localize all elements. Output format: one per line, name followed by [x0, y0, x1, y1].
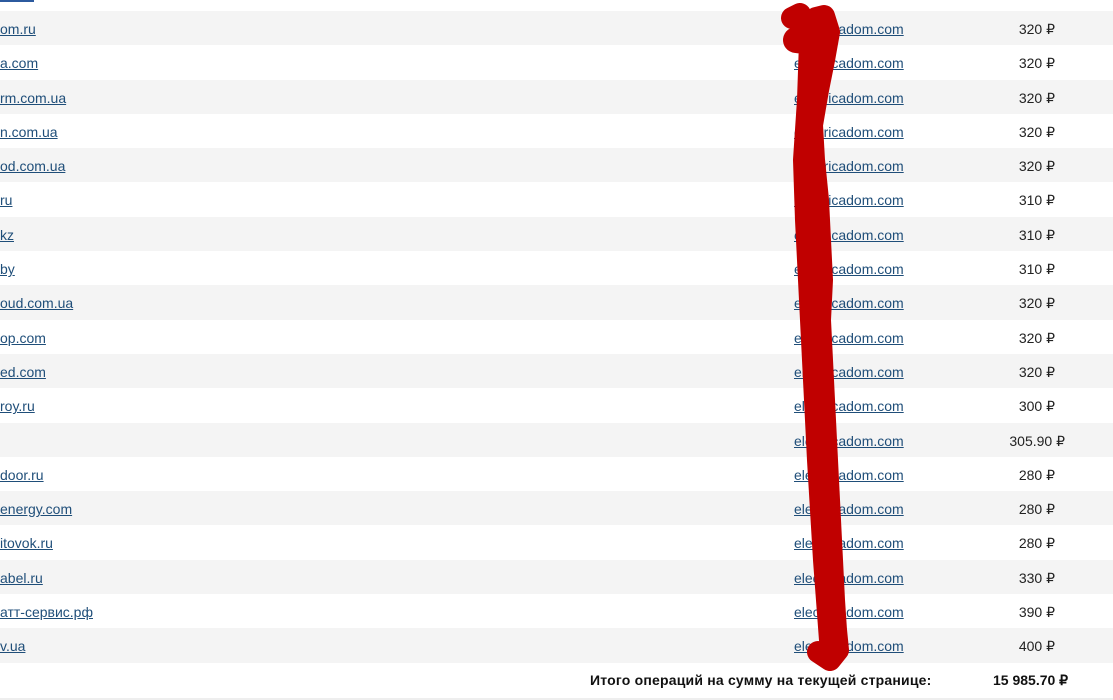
price-value: 305.90 ₽: [1009, 432, 1065, 449]
header-underline: [0, 0, 34, 2]
total-value: 15 985.70 ₽: [993, 672, 1069, 688]
price-value: 310 ₽: [1018, 261, 1055, 278]
domain-link[interactable]: electricadom.com: [794, 433, 904, 449]
site-link[interactable]: ru: [0, 192, 12, 208]
table-row: oud.com.ua electricadom.com 320 ₽: [0, 285, 1113, 320]
table-row: op.com electricadom.com 320 ₽: [0, 319, 1113, 354]
table-row: door.ru electricadom.com 280 ₽: [0, 456, 1113, 492]
price-value: 320 ₽: [1018, 158, 1055, 175]
table-row: energy.com electricadom.com 280 ₽: [0, 491, 1113, 526]
price-value: 320 ₽: [1018, 329, 1055, 346]
total-label: Итого операций на сумму на текущей стран…: [590, 672, 932, 688]
table-row: v.ua electricadom.com 400 ₽: [0, 628, 1113, 663]
table-row: electricadom.com 305.90 ₽: [0, 422, 1113, 457]
site-link[interactable]: kz: [0, 227, 14, 243]
domain-link[interactable]: electricadom.com: [794, 535, 904, 551]
site-link[interactable]: itovok.ru: [0, 535, 53, 551]
domain-link[interactable]: electricadom.com: [794, 330, 904, 346]
table-row: abel.ru electricadom.com 330 ₽: [0, 559, 1113, 595]
site-link[interactable]: op.com: [0, 330, 46, 346]
table-row: атт-сервис.рф electricadom.com 390 ₽: [0, 594, 1113, 629]
price-value: 310 ₽: [1018, 192, 1055, 209]
domain-link[interactable]: electricadom.com: [794, 501, 904, 517]
site-link[interactable]: n.com.ua: [0, 124, 58, 140]
domain-link[interactable]: electricadom.com: [794, 638, 904, 654]
orders-table: om.ru electricadom.com 320 ₽ a.com electrica…: [0, 11, 1113, 663]
table-row: itovok.ru electricadom.com 280 ₽: [0, 525, 1113, 560]
price-value: 280 ₽: [1018, 535, 1055, 552]
site-link[interactable]: energy.com: [0, 501, 72, 517]
price-value: 330 ₽: [1018, 569, 1055, 586]
price-value: 280 ₽: [1018, 466, 1055, 483]
site-link[interactable]: om.ru: [0, 21, 36, 37]
domain-link[interactable]: electricadom.com: [794, 158, 904, 174]
site-link[interactable]: roy.ru: [0, 398, 35, 414]
domain-link[interactable]: electricadom.com: [794, 604, 904, 620]
price-value: 320 ₽: [1018, 89, 1055, 106]
site-link[interactable]: od.com.ua: [0, 158, 65, 174]
site-link[interactable]: door.ru: [0, 467, 44, 483]
table-row: a.com electricadom.com 320 ₽: [0, 45, 1113, 80]
price-value: 390 ₽: [1018, 604, 1055, 621]
price-value: 280 ₽: [1018, 501, 1055, 518]
price-value: 320 ₽: [1018, 21, 1055, 37]
price-value: 300 ₽: [1018, 398, 1055, 415]
domain-link[interactable]: electricadom.com: [794, 21, 904, 37]
price-value: 320 ₽: [1018, 123, 1055, 140]
table-row: od.com.ua electricadom.com 320 ₽: [0, 148, 1113, 183]
domain-link[interactable]: electricadom.com: [794, 364, 904, 380]
site-link[interactable]: a.com: [0, 55, 38, 71]
table-row: roy.ru electricadom.com 300 ₽: [0, 388, 1113, 423]
price-value: 310 ₽: [1018, 226, 1055, 243]
domain-link[interactable]: electricadom.com: [794, 570, 904, 586]
site-link[interactable]: rm.com.ua: [0, 90, 66, 106]
site-link[interactable]: ed.com: [0, 364, 46, 380]
site-link[interactable]: oud.com.ua: [0, 295, 73, 311]
site-link[interactable]: атт-сервис.рф: [0, 604, 93, 620]
table-row: by electricadom.com 310 ₽: [0, 251, 1113, 286]
table-row: n.com.ua electricadom.com 320 ₽: [0, 113, 1113, 149]
domain-link[interactable]: electricadom.com: [794, 124, 904, 140]
site-link[interactable]: v.ua: [0, 638, 25, 654]
table-row: rm.com.ua electricadom.com 320 ₽: [0, 79, 1113, 114]
domain-link[interactable]: electricadom.com: [794, 90, 904, 106]
domain-link[interactable]: electricadom.com: [794, 295, 904, 311]
domain-link[interactable]: electricadom.com: [794, 261, 904, 277]
price-value: 320 ₽: [1018, 55, 1055, 72]
domain-link[interactable]: electricadom.com: [794, 227, 904, 243]
table-row: kz electricadom.com 310 ₽: [0, 216, 1113, 252]
price-value: 400 ₽: [1018, 638, 1055, 655]
price-value: 320 ₽: [1018, 363, 1055, 380]
domain-link[interactable]: electricadom.com: [794, 192, 904, 208]
table-row: om.ru electricadom.com 320 ₽: [0, 11, 1113, 46]
price-value: 320 ₽: [1018, 295, 1055, 312]
domain-link[interactable]: electricadom.com: [794, 55, 904, 71]
table-row: ru electricadom.com 310 ₽: [0, 182, 1113, 217]
site-link[interactable]: abel.ru: [0, 570, 43, 586]
page-total-bar: Итого операций на сумму на текущей стран…: [0, 663, 1113, 698]
table-row: ed.com electricadom.com 320 ₽: [0, 353, 1113, 389]
domain-link[interactable]: electricadom.com: [794, 398, 904, 414]
site-link[interactable]: by: [0, 261, 15, 277]
domain-link[interactable]: electricadom.com: [794, 467, 904, 483]
